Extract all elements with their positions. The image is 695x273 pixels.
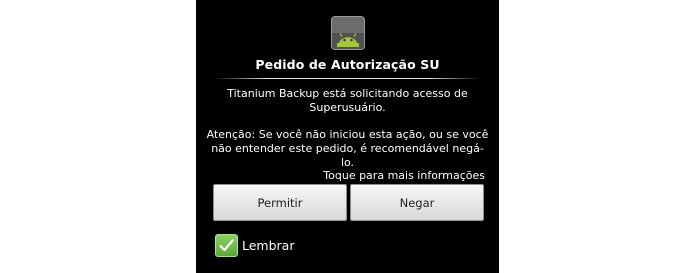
deny-button[interactable]: Negar [350,184,484,221]
title-divider [214,78,481,79]
warning-message-line: Atenção: Se você não iniciou esta ação, … [206,128,489,141]
checkmark-icon [219,239,234,252]
request-message: Titanium Backup está solicitando acesso … [206,87,489,115]
android-robot-icon [331,16,365,50]
more-info-link[interactable]: Toque para mais informações [323,169,485,182]
remember-checkbox[interactable] [215,234,238,257]
dialog-title: Pedido de Autorização SU [255,57,440,72]
warning-message-line: não entender este pedido, é recomendável… [211,142,484,169]
remember-label: Lembrar [242,238,295,253]
su-request-dialog: Pedido de Autorização SU Titanium Backup… [196,0,499,273]
allow-button[interactable]: Permitir [213,184,347,221]
request-message-line: Titanium Backup está solicitando acesso … [227,87,468,100]
remember-checkbox-row[interactable]: Lembrar [215,234,294,257]
warning-message: Atenção: Se você não iniciou esta ação, … [206,128,489,170]
request-message-line: Superusuário. [309,101,386,114]
